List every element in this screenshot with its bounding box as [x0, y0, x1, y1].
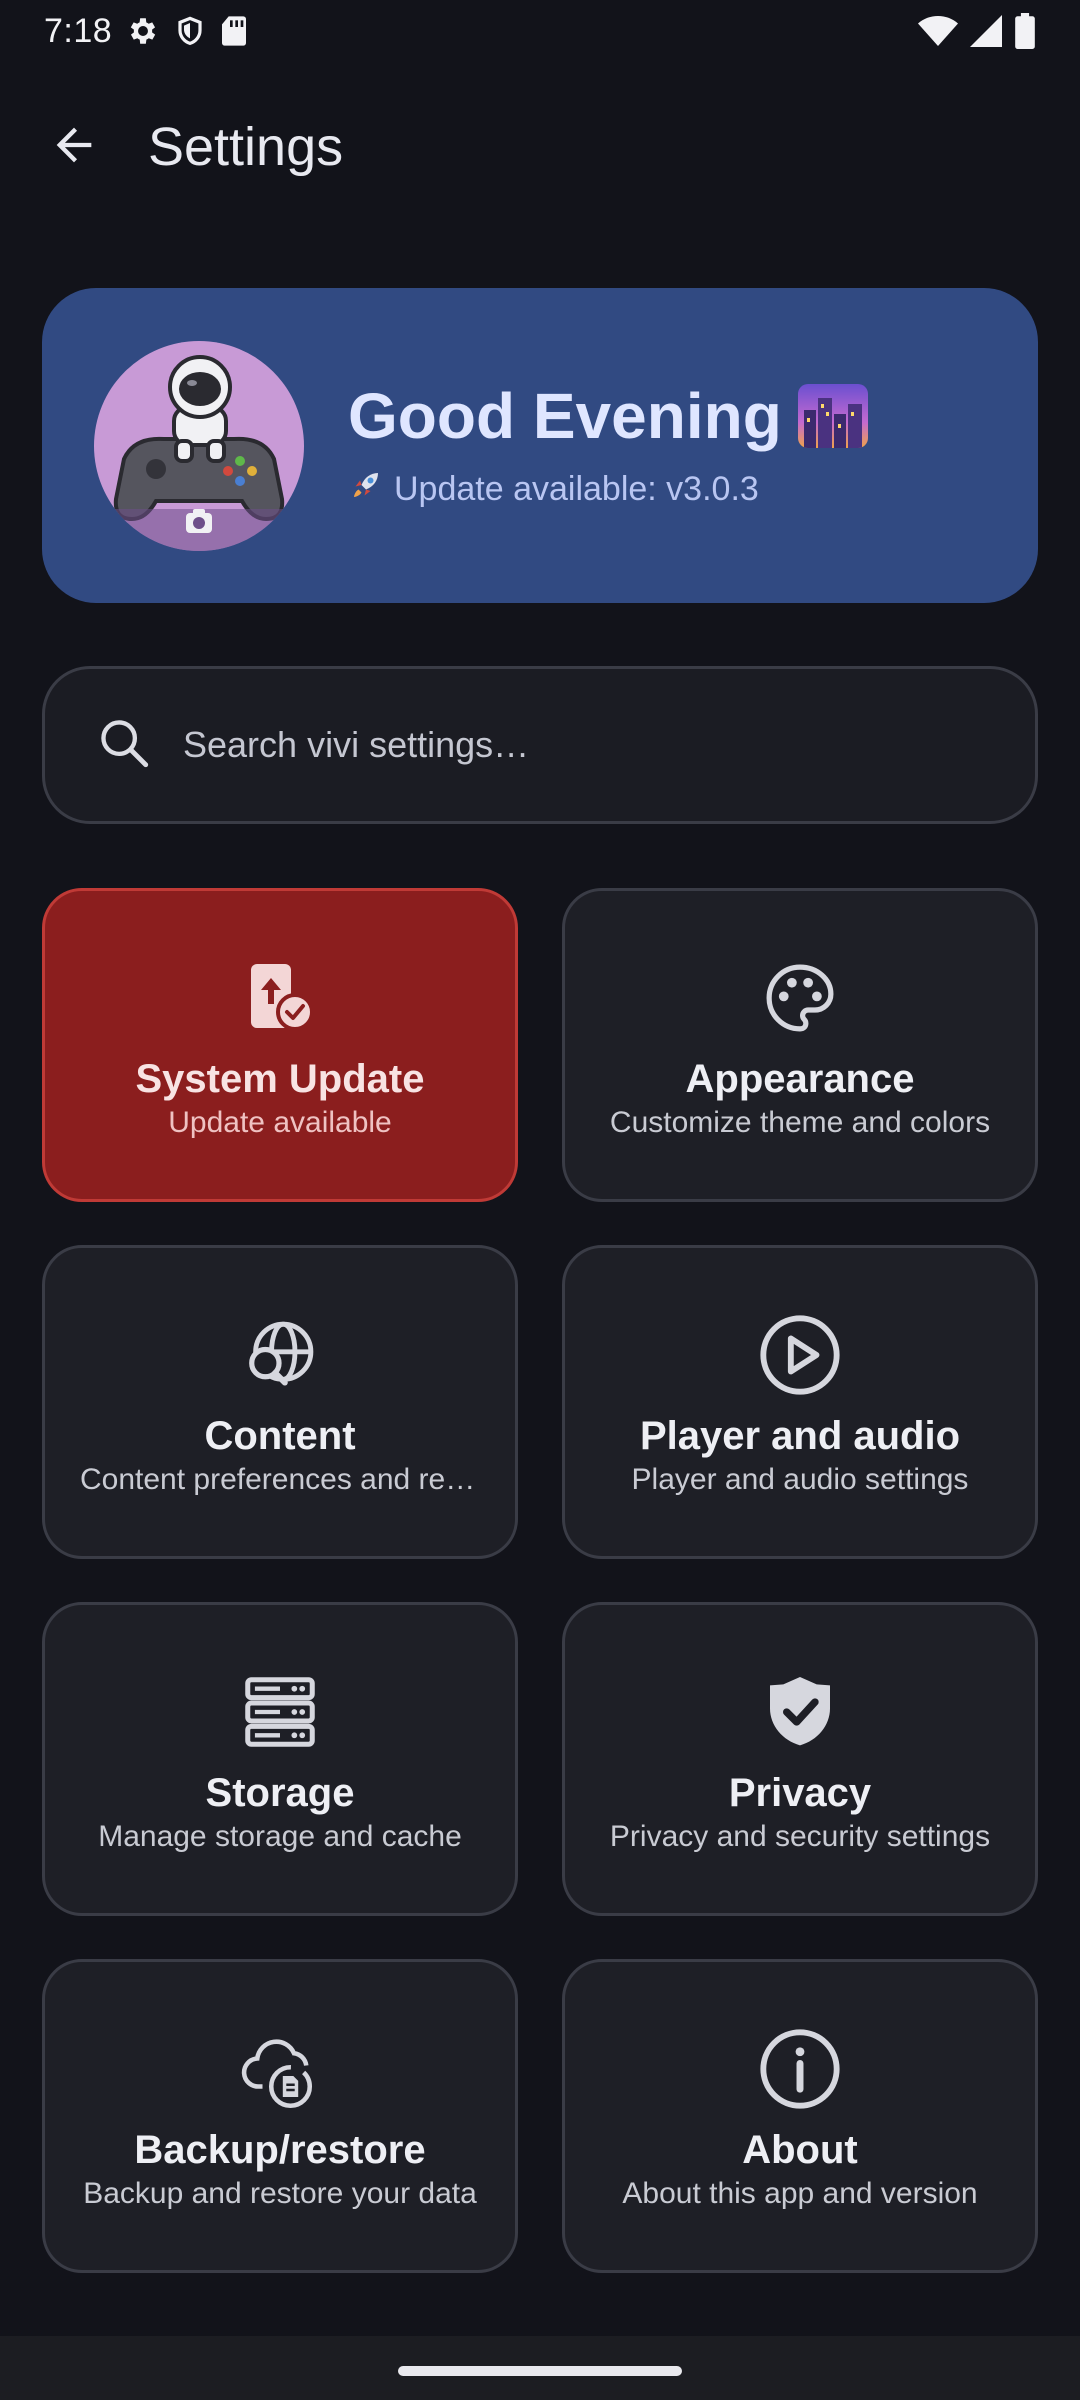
- shield-check-icon: [760, 1667, 840, 1757]
- tile-subtitle: Backup and restore your data: [83, 2177, 477, 2210]
- search-icon: [95, 714, 153, 777]
- tile-player-and-audio[interactable]: Player and audio Player and audio settin…: [562, 1245, 1038, 1559]
- greeting-subtitle[interactable]: Update available: v3.0.3: [348, 467, 868, 512]
- tile-title: Appearance: [685, 1057, 915, 1101]
- tile-subtitle: Manage storage and cache: [98, 1820, 462, 1853]
- greeting-text: Good Evening Update available: v3.0.3: [348, 379, 868, 512]
- app-bar: Settings: [0, 100, 1080, 194]
- globe-search-icon: [241, 1310, 319, 1400]
- status-time: 7:18: [44, 11, 113, 50]
- signal-icon: [970, 14, 1002, 48]
- arrow-back-icon: [48, 119, 100, 176]
- gear-icon: [126, 14, 160, 48]
- astronaut-on-gamepad-avatar: [94, 354, 304, 551]
- tile-title: Backup/restore: [134, 2128, 426, 2172]
- page-title: Settings: [148, 117, 344, 177]
- shield-icon: [174, 14, 206, 48]
- update-available-text: Update available: v3.0.3: [394, 470, 759, 508]
- tile-subtitle: About this app and version: [622, 2177, 978, 2210]
- tile-subtitle: Update available: [168, 1106, 392, 1139]
- search-bar[interactable]: [42, 666, 1038, 824]
- rocket-emoji: [348, 467, 384, 512]
- storage-icon: [237, 1667, 323, 1757]
- tile-title: About: [742, 2128, 858, 2172]
- tile-privacy[interactable]: Privacy Privacy and security settings: [562, 1602, 1038, 1916]
- tile-about[interactable]: About About this app and version: [562, 1959, 1038, 2273]
- avatar[interactable]: [94, 340, 304, 551]
- tile-storage[interactable]: Storage Manage storage and cache: [42, 1602, 518, 1916]
- phone-update-icon: [245, 953, 315, 1043]
- tile-backup-restore[interactable]: Backup/restore Backup and restore your d…: [42, 1959, 518, 2273]
- battery-icon: [1014, 13, 1036, 49]
- tile-content[interactable]: Content Content preferences and region: [42, 1245, 518, 1559]
- tile-title: Storage: [205, 1771, 355, 1815]
- play-circle-icon: [756, 1310, 844, 1400]
- info-icon: [756, 2024, 844, 2114]
- greeting-card: Good Evening Update available: v3.0.3: [42, 288, 1038, 603]
- cityscape-at-dusk-emoji: [797, 384, 868, 448]
- palette-icon: [761, 953, 839, 1043]
- tile-subtitle: Player and audio settings: [631, 1463, 969, 1496]
- status-left: 7:18: [44, 12, 248, 51]
- sd-card-icon: [220, 15, 248, 47]
- greeting-title: Good Evening: [348, 379, 868, 453]
- wifi-icon: [918, 14, 958, 48]
- tile-appearance[interactable]: Appearance Customize theme and colors: [562, 888, 1038, 1202]
- tile-system-update[interactable]: System Update Update available: [42, 888, 518, 1202]
- tile-subtitle: Content preferences and region: [80, 1463, 480, 1496]
- gesture-handle[interactable]: [398, 2366, 682, 2376]
- tile-title: System Update: [135, 1057, 425, 1101]
- status-bar: 7:18: [0, 0, 1080, 62]
- back-button[interactable]: [34, 107, 114, 187]
- status-right: [918, 13, 1036, 49]
- greeting-title-text: Good Evening: [348, 380, 782, 452]
- tile-subtitle: Customize theme and colors: [609, 1106, 991, 1139]
- tile-subtitle: Privacy and security settings: [609, 1820, 991, 1853]
- cloud-backup-icon: [238, 2024, 322, 2114]
- search-input[interactable]: [183, 724, 943, 766]
- tile-title: Content: [204, 1414, 356, 1458]
- tile-title: Player and audio: [639, 1414, 961, 1458]
- tile-title: Privacy: [728, 1771, 872, 1815]
